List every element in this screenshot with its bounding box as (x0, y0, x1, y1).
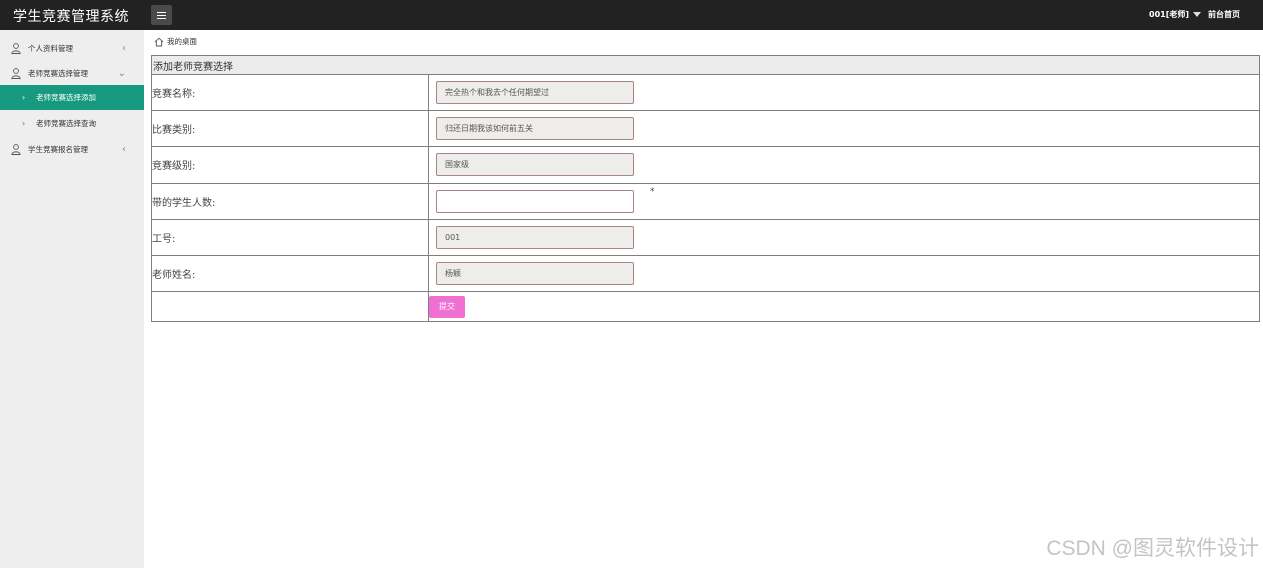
field-label: 工号: (151, 218, 429, 256)
hamburger-icon (157, 11, 166, 19)
teacher-name-input[interactable] (436, 262, 634, 286)
front-home-link[interactable]: 前台首页 (1208, 9, 1240, 20)
sidebar-subitem-label: 老师竞赛选择添加 (36, 93, 96, 102)
user-icon (11, 43, 21, 54)
sidebar-item-student-registration[interactable]: 学生竞赛报名管理 ‹ (0, 137, 144, 162)
form-row: 老师姓名: (151, 254, 1260, 293)
sidebar-item-label: 个人资料管理 (28, 44, 73, 53)
caret-down-icon (1193, 12, 1202, 17)
user-icon (11, 144, 21, 155)
form-title: 添加老师竞赛选择 (151, 55, 1260, 75)
chevron-left-icon: ‹ (122, 43, 126, 54)
user-icon (11, 68, 21, 79)
sidebar-subitem-teacher-competition-query[interactable]: › 老师竞赛选择查询 (0, 111, 144, 136)
menu-toggle-button[interactable] (151, 5, 172, 25)
app-title: 学生竞赛管理系统 (13, 9, 129, 25)
sidebar-subitem-label: 老师竞赛选择查询 (36, 119, 96, 128)
chevron-down-icon: ⌄ (117, 68, 126, 79)
sidebar-subitem-teacher-competition-add[interactable]: › 老师竞赛选择添加 (0, 85, 144, 110)
home-icon (154, 37, 164, 46)
form-row: 比赛类别: (151, 110, 1260, 148)
employee-id-input[interactable] (436, 225, 634, 249)
breadcrumb-label[interactable]: 我的桌面 (167, 36, 197, 47)
field-label: 竞赛级别: (151, 146, 429, 184)
user-menu[interactable]: 001[老师] (1149, 9, 1202, 20)
sidebar-item-label: 学生竞赛报名管理 (28, 145, 88, 154)
student-count-input[interactable] (436, 189, 634, 213)
field-label: 竞赛名称: (151, 73, 429, 112)
chevron-left-icon: ‹ (122, 144, 126, 155)
competition-level-input[interactable] (436, 153, 634, 177)
breadcrumb: 我的桌面 (154, 36, 197, 47)
chevron-right-icon: › (22, 93, 26, 102)
competition-category-input[interactable] (436, 117, 634, 141)
add-form-table: 添加老师竞赛选择 竞赛名称: 比赛类别: 竞赛级别: 带的学生人数: * 工号:… (151, 55, 1260, 323)
form-header-row: 添加老师竞赛选择 (151, 55, 1260, 75)
field-label: 带的学生人数: (151, 182, 429, 220)
top-navbar: 学生竞赛管理系统 001[老师] 前台首页 (0, 0, 1263, 30)
submit-button[interactable]: 提交 (429, 295, 465, 318)
form-submit-row: 提交 (151, 291, 1260, 323)
field-label: 老师姓名: (151, 254, 429, 293)
form-row: 带的学生人数: * (151, 182, 1260, 220)
chevron-right-icon: › (22, 119, 26, 128)
sidebar-item-profile[interactable]: 个人资料管理 ‹ (0, 36, 144, 61)
watermark: CSDN @图灵软件设计 (1046, 537, 1259, 560)
field-label: 比赛类别: (151, 110, 429, 148)
form-row: 竞赛级别: (151, 146, 1260, 184)
sidebar: 个人资料管理 ‹ 老师竞赛选择管理 ⌄ › 老师竞赛选择添加 › 老师竞赛选择查… (0, 30, 144, 568)
sidebar-item-teacher-competition[interactable]: 老师竞赛选择管理 ⌄ (0, 61, 144, 86)
required-mark: * (650, 186, 655, 197)
form-row: 工号: (151, 218, 1260, 256)
form-row: 竞赛名称: (151, 73, 1260, 112)
competition-name-input[interactable] (436, 81, 634, 105)
sidebar-item-label: 老师竞赛选择管理 (28, 69, 88, 78)
user-label: 001[老师] (1149, 10, 1190, 19)
